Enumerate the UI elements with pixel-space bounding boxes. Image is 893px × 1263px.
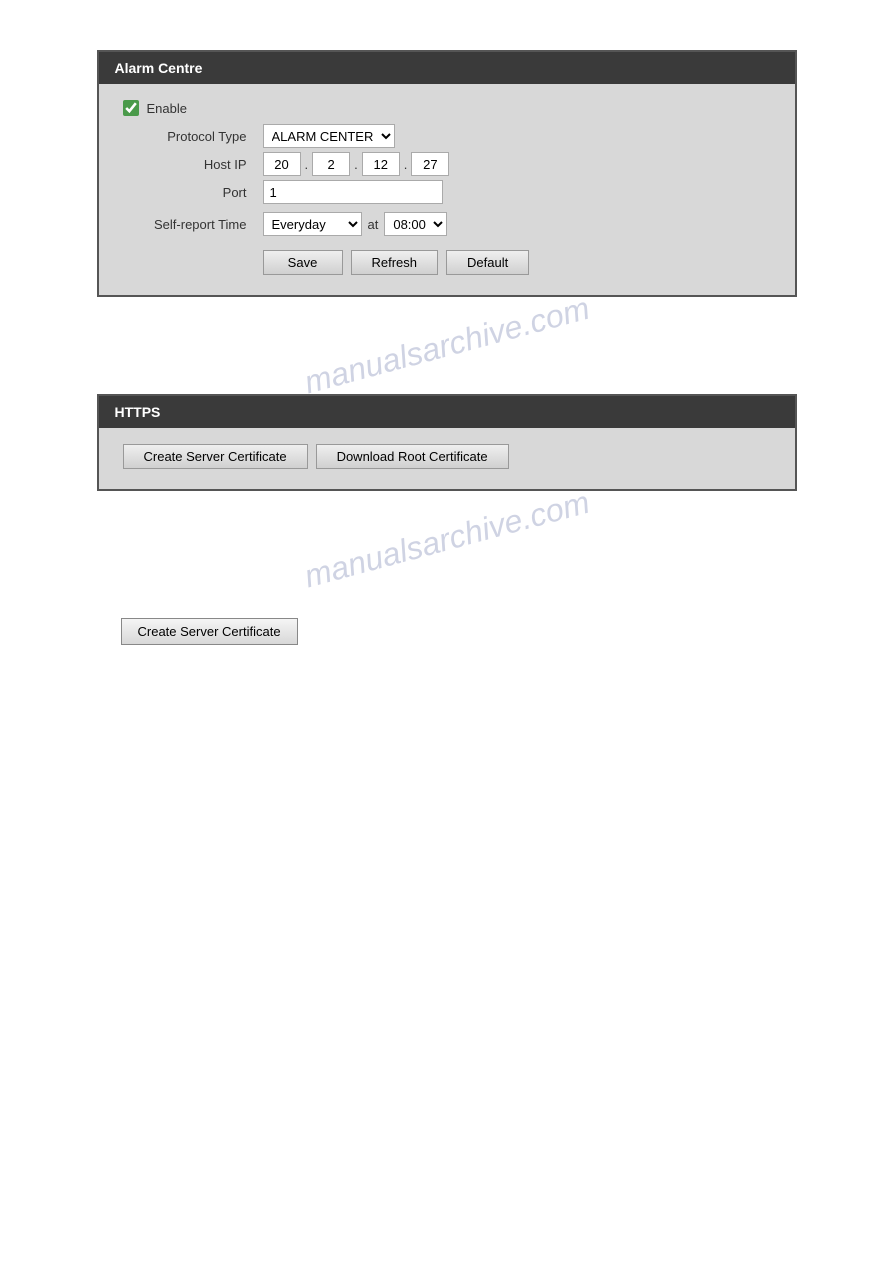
host-ip-row: Host IP . . . xyxy=(123,152,771,176)
alarm-centre-header: Alarm Centre xyxy=(99,52,795,84)
enable-row: Enable xyxy=(123,100,771,116)
https-panel: HTTPS Create Server Certificate Download… xyxy=(97,394,797,491)
ip-octet3[interactable] xyxy=(362,152,400,176)
alarm-centre-panel: Alarm Centre Enable Protocol Type ALARM … xyxy=(97,50,797,297)
https-header: HTTPS xyxy=(99,396,795,428)
alarm-centre-button-row: Save Refresh Default xyxy=(263,250,771,275)
ip-dot-1: . xyxy=(301,157,313,172)
refresh-button[interactable]: Refresh xyxy=(351,250,439,275)
https-body: Create Server Certificate Download Root … xyxy=(99,428,795,489)
https-title: HTTPS xyxy=(115,404,161,420)
page-wrapper: Alarm Centre Enable Protocol Type ALARM … xyxy=(0,20,893,645)
port-label: Port xyxy=(123,185,263,200)
alarm-centre-title: Alarm Centre xyxy=(115,60,203,76)
download-root-cert-button[interactable]: Download Root Certificate xyxy=(316,444,509,469)
https-buttons: Create Server Certificate Download Root … xyxy=(123,444,771,469)
enable-checkbox[interactable] xyxy=(123,100,139,116)
standalone-create-cert-button[interactable]: Create Server Certificate xyxy=(121,618,298,645)
self-report-row: Self-report Time Everyday Monday Tuesday… xyxy=(123,212,771,236)
port-row: Port xyxy=(123,180,771,204)
protocol-type-label: Protocol Type xyxy=(123,129,263,144)
at-label: at xyxy=(368,217,379,232)
default-button[interactable]: Default xyxy=(446,250,529,275)
self-report-time-select[interactable]: 08:00 09:00 10:00 11:00 12:00 xyxy=(384,212,447,236)
ip-dot-3: . xyxy=(400,157,412,172)
create-server-cert-button[interactable]: Create Server Certificate xyxy=(123,444,308,469)
standalone-area: Create Server Certificate xyxy=(97,618,797,645)
ip-group: . . . xyxy=(263,152,450,176)
protocol-type-select[interactable]: ALARM CENTER SIA CID xyxy=(263,124,395,148)
ip-dot-2: . xyxy=(350,157,362,172)
self-report-label: Self-report Time xyxy=(123,217,263,232)
save-button[interactable]: Save xyxy=(263,250,343,275)
alarm-centre-body: Enable Protocol Type ALARM CENTER SIA CI… xyxy=(99,84,795,295)
ip-octet1[interactable] xyxy=(263,152,301,176)
ip-octet4[interactable] xyxy=(411,152,449,176)
protocol-type-row: Protocol Type ALARM CENTER SIA CID xyxy=(123,124,771,148)
ip-octet2[interactable] xyxy=(312,152,350,176)
self-report-frequency-select[interactable]: Everyday Monday Tuesday Wednesday Thursd… xyxy=(263,212,362,236)
port-input[interactable] xyxy=(263,180,443,204)
host-ip-label: Host IP xyxy=(123,157,263,172)
enable-label: Enable xyxy=(147,101,187,116)
